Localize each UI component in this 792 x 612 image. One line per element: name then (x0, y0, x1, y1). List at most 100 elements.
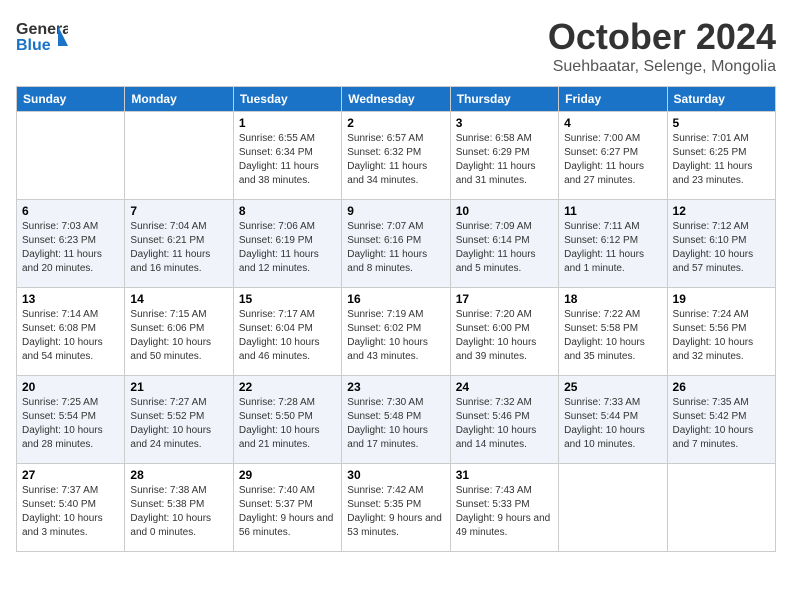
weekday-header-tuesday: Tuesday (233, 87, 341, 112)
day-number: 20 (22, 380, 119, 394)
calendar-cell (667, 464, 775, 552)
calendar-cell: 11 Sunrise: 7:11 AMSunset: 6:12 PMDayligh… (559, 200, 667, 288)
calendar-table: SundayMondayTuesdayWednesdayThursdayFrid… (16, 86, 776, 552)
day-info: Sunrise: 7:06 AMSunset: 6:19 PMDaylight:… (239, 220, 336, 276)
calendar-cell: 6Sunrise: 7:03 AMSunset: 6:23 PMDaylight… (17, 200, 125, 288)
calendar-cell: 30Sunrise: 7:42 AMSunset: 5:35 PMDayligh… (342, 464, 450, 552)
calendar-cell (17, 112, 125, 200)
calendar-cell: 26 Sunrise: 7:35 AMSunset: 5:42 PMDayligh… (667, 376, 775, 464)
day-number: 14 (130, 292, 227, 306)
day-info: Sunrise: 7:19 AMSunset: 6:02 PMDaylight:… (347, 308, 444, 364)
day-info: Sunrise: 7:24 AMSunset: 5:56 PMDaylight:… (673, 308, 770, 364)
month-title: October 2024 (548, 16, 776, 58)
day-number: 29 (239, 468, 336, 482)
day-info: Sunrise: 7:37 AMSunset: 5:40 PMDaylight:… (22, 484, 119, 540)
day-number: 24 (456, 380, 553, 394)
day-number: 6 (22, 204, 119, 218)
calendar-cell (125, 112, 233, 200)
weekday-header-row: SundayMondayTuesdayWednesdayThursdayFrid… (17, 87, 776, 112)
day-info: Sunrise: 7:12 AMSunset: 6:10 PMDaylight:… (673, 220, 770, 276)
weekday-header-saturday: Saturday (667, 87, 775, 112)
day-number: 23 (347, 380, 444, 394)
day-info: Sunrise: 7:09 AMSunset: 6:14 PMDaylight:… (456, 220, 553, 276)
day-number: 28 (130, 468, 227, 482)
calendar-cell: 3Sunrise: 6:58 AMSunset: 6:29 PMDaylight… (450, 112, 558, 200)
calendar-cell: 31Sunrise: 7:43 AMSunset: 5:33 PMDayligh… (450, 464, 558, 552)
day-info: Sunrise: 7:40 AMSunset: 5:37 PMDaylight:… (239, 484, 336, 540)
day-info: Sunrise: 7:32 AMSunset: 5:46 PMDaylight:… (456, 396, 553, 452)
day-info: Sunrise: 7:11 AMSunset: 6:12 PMDaylight:… (564, 220, 661, 276)
calendar-cell: 5 Sunrise: 7:01 AMSunset: 6:25 PMDaylight… (667, 112, 775, 200)
day-number: 30 (347, 468, 444, 482)
week-row-3: 13 Sunrise: 7:14 AMSunset: 6:08 PMDayligh… (17, 288, 776, 376)
day-number: 26 (673, 380, 770, 394)
day-number: 11 (564, 204, 661, 218)
day-number: 22 (239, 380, 336, 394)
week-row-2: 6Sunrise: 7:03 AMSunset: 6:23 PMDaylight… (17, 200, 776, 288)
day-info: Sunrise: 7:38 AMSunset: 5:38 PMDaylight:… (130, 484, 227, 540)
day-number: 2 (347, 116, 444, 130)
calendar-cell: 28 Sunrise: 7:38 AMSunset: 5:38 PMDayligh… (125, 464, 233, 552)
day-number: 9 (347, 204, 444, 218)
logo-icon: General Blue (16, 16, 68, 54)
calendar-cell: 15Sunrise: 7:17 AMSunset: 6:04 PMDayligh… (233, 288, 341, 376)
day-number: 25 (564, 380, 661, 394)
day-info: Sunrise: 6:58 AMSunset: 6:29 PMDaylight:… (456, 132, 553, 188)
calendar-cell: 13 Sunrise: 7:14 AMSunset: 6:08 PMDayligh… (17, 288, 125, 376)
calendar-cell: 9 Sunrise: 7:07 AMSunset: 6:16 PMDaylight… (342, 200, 450, 288)
day-number: 27 (22, 468, 119, 482)
day-number: 10 (456, 204, 553, 218)
day-number: 5 (673, 116, 770, 130)
svg-text:Blue: Blue (16, 37, 51, 54)
logo: General Blue (16, 16, 68, 54)
week-row-4: 20Sunrise: 7:25 AMSunset: 5:54 PMDayligh… (17, 376, 776, 464)
calendar-cell: 19 Sunrise: 7:24 AMSunset: 5:56 PMDayligh… (667, 288, 775, 376)
day-number: 12 (673, 204, 770, 218)
calendar-cell: 25 Sunrise: 7:33 AMSunset: 5:44 PMDayligh… (559, 376, 667, 464)
calendar-cell: 18 Sunrise: 7:22 AMSunset: 5:58 PMDayligh… (559, 288, 667, 376)
day-info: Sunrise: 7:07 AMSunset: 6:16 PMDaylight:… (347, 220, 444, 276)
day-number: 31 (456, 468, 553, 482)
day-number: 21 (130, 380, 227, 394)
day-info: Sunrise: 7:35 AMSunset: 5:42 PMDaylight:… (673, 396, 770, 452)
location-title: Suehbaatar, Selenge, Mongolia (548, 58, 776, 76)
calendar-cell: 8 Sunrise: 7:06 AMSunset: 6:19 PMDaylight… (233, 200, 341, 288)
calendar-cell (559, 464, 667, 552)
day-number: 19 (673, 292, 770, 306)
calendar-cell: 23 Sunrise: 7:30 AMSunset: 5:48 PMDayligh… (342, 376, 450, 464)
day-number: 15 (239, 292, 336, 306)
day-info: Sunrise: 7:22 AMSunset: 5:58 PMDaylight:… (564, 308, 661, 364)
calendar-cell: 29 Sunrise: 7:40 AMSunset: 5:37 PMDayligh… (233, 464, 341, 552)
day-info: Sunrise: 6:55 AMSunset: 6:34 PMDaylight:… (239, 132, 336, 188)
calendar-cell: 7Sunrise: 7:04 AMSunset: 6:21 PMDaylight… (125, 200, 233, 288)
day-info: Sunrise: 6:57 AMSunset: 6:32 PMDaylight:… (347, 132, 444, 188)
day-info: Sunrise: 7:14 AMSunset: 6:08 PMDaylight:… (22, 308, 119, 364)
day-number: 18 (564, 292, 661, 306)
weekday-header-sunday: Sunday (17, 87, 125, 112)
calendar-cell: 20Sunrise: 7:25 AMSunset: 5:54 PMDayligh… (17, 376, 125, 464)
day-number: 13 (22, 292, 119, 306)
day-info: Sunrise: 7:00 AMSunset: 6:27 PMDaylight:… (564, 132, 661, 188)
calendar-cell: 21 Sunrise: 7:27 AMSunset: 5:52 PMDayligh… (125, 376, 233, 464)
weekday-header-monday: Monday (125, 87, 233, 112)
day-info: Sunrise: 7:30 AMSunset: 5:48 PMDaylight:… (347, 396, 444, 452)
calendar-cell: 1 Sunrise: 6:55 AMSunset: 6:34 PMDaylight… (233, 112, 341, 200)
day-number: 7 (130, 204, 227, 218)
week-row-1: 1 Sunrise: 6:55 AMSunset: 6:34 PMDaylight… (17, 112, 776, 200)
day-number: 1 (239, 116, 336, 130)
weekday-header-thursday: Thursday (450, 87, 558, 112)
day-info: Sunrise: 7:20 AMSunset: 6:00 PMDaylight:… (456, 308, 553, 364)
day-number: 4 (564, 116, 661, 130)
day-number: 17 (456, 292, 553, 306)
day-info: Sunrise: 7:28 AMSunset: 5:50 PMDaylight:… (239, 396, 336, 452)
day-info: Sunrise: 7:15 AMSunset: 6:06 PMDaylight:… (130, 308, 227, 364)
day-info: Sunrise: 7:27 AMSunset: 5:52 PMDaylight:… (130, 396, 227, 452)
calendar-cell: 22 Sunrise: 7:28 AMSunset: 5:50 PMDayligh… (233, 376, 341, 464)
calendar-cell: 17 Sunrise: 7:20 AMSunset: 6:00 PMDayligh… (450, 288, 558, 376)
weekday-header-friday: Friday (559, 87, 667, 112)
day-info: Sunrise: 7:01 AMSunset: 6:25 PMDaylight:… (673, 132, 770, 188)
day-number: 8 (239, 204, 336, 218)
day-info: Sunrise: 7:33 AMSunset: 5:44 PMDaylight:… (564, 396, 661, 452)
calendar-cell: 27 Sunrise: 7:37 AMSunset: 5:40 PMDayligh… (17, 464, 125, 552)
calendar-cell: 16Sunrise: 7:19 AMSunset: 6:02 PMDayligh… (342, 288, 450, 376)
